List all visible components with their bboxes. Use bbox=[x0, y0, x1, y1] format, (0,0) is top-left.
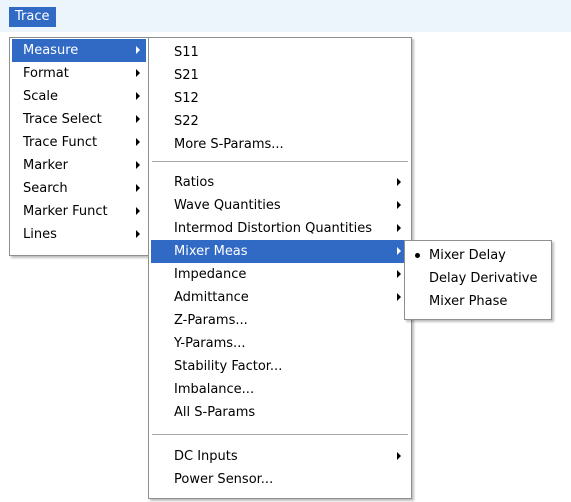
submenu-arrow-icon bbox=[397, 178, 401, 186]
menu-item-label: S22 bbox=[174, 114, 199, 129]
menu-separator bbox=[152, 161, 408, 163]
submenu-arrow-icon bbox=[397, 270, 401, 278]
menu-item-wave-quantities[interactable]: Wave Quantities bbox=[151, 194, 409, 217]
menu-item-label: Mixer Delay bbox=[429, 248, 506, 263]
menu-item-label: Marker Funct bbox=[23, 204, 108, 219]
menu-item-lines[interactable]: Lines bbox=[12, 223, 146, 246]
menu-item-label: Y-Params... bbox=[174, 336, 246, 351]
menu-item-intermod-distortion[interactable]: Intermod Distortion Quantities bbox=[151, 217, 409, 240]
menu-item-label: Imbalance... bbox=[174, 382, 255, 397]
menu-item-dc-inputs[interactable]: DC Inputs bbox=[151, 445, 409, 468]
menu-item-s11[interactable]: S11 bbox=[151, 41, 409, 64]
menu-item-trace-funct[interactable]: Trace Funct bbox=[12, 131, 146, 154]
submenu-arrow-icon bbox=[136, 230, 140, 238]
menu-item-imbalance[interactable]: Imbalance... bbox=[151, 378, 409, 401]
menu-item-label: Admittance bbox=[174, 290, 249, 305]
menu-item-mixer-meas[interactable]: Mixer Meas bbox=[151, 240, 409, 263]
menu-item-measure[interactable]: Measure bbox=[12, 39, 146, 62]
submenu-arrow-icon bbox=[136, 46, 140, 54]
menu-item-format[interactable]: Format bbox=[12, 62, 146, 85]
submenu-arrow-icon bbox=[397, 201, 401, 209]
submenu-arrow-icon bbox=[136, 92, 140, 100]
menu-item-s21[interactable]: S21 bbox=[151, 64, 409, 87]
submenu-arrow-icon bbox=[397, 452, 401, 460]
menu-item-label: Delay Derivative bbox=[429, 271, 538, 286]
submenu-arrow-icon bbox=[136, 115, 140, 123]
menu-item-label: Scale bbox=[23, 89, 58, 104]
submenu-arrow-icon bbox=[397, 293, 401, 301]
menu-item-delay-derivative[interactable]: Delay Derivative bbox=[407, 267, 549, 290]
menu-item-mixer-delay[interactable]: Mixer Delay bbox=[407, 244, 549, 267]
menu-item-label: Measure bbox=[23, 43, 79, 58]
mixer-meas-submenu: Mixer Delay Delay Derivative Mixer Phase bbox=[404, 240, 552, 320]
menu-item-label: Trace Funct bbox=[23, 135, 98, 150]
menu-item-label: Impedance bbox=[174, 267, 247, 282]
menu-item-ratios[interactable]: Ratios bbox=[151, 171, 409, 194]
menu-item-label: S12 bbox=[174, 91, 199, 106]
menu-item-trace-select[interactable]: Trace Select bbox=[12, 108, 146, 131]
menu-item-scale[interactable]: Scale bbox=[12, 85, 146, 108]
menu-separator bbox=[152, 434, 408, 436]
menu-item-marker[interactable]: Marker bbox=[12, 154, 146, 177]
submenu-arrow-icon bbox=[397, 224, 401, 232]
menu-item-z-params[interactable]: Z-Params... bbox=[151, 309, 409, 332]
submenu-arrow-icon bbox=[136, 69, 140, 77]
menu-item-label: S11 bbox=[174, 45, 199, 60]
menu-item-label: Format bbox=[23, 66, 69, 81]
menu-item-label: All S-Params bbox=[174, 405, 256, 420]
menu-item-label: Ratios bbox=[174, 175, 215, 190]
menu-item-label: S21 bbox=[174, 68, 199, 83]
menu-item-mixer-phase[interactable]: Mixer Phase bbox=[407, 290, 549, 313]
menu-item-s12[interactable]: S12 bbox=[151, 87, 409, 110]
trace-menu: Measure Format Scale Trace Select Trace … bbox=[9, 37, 149, 256]
menu-item-impedance[interactable]: Impedance bbox=[151, 263, 409, 286]
menu-item-label: DC Inputs bbox=[174, 449, 238, 464]
menu-item-label: Intermod Distortion Quantities bbox=[174, 221, 372, 236]
menu-item-label: Mixer Phase bbox=[429, 294, 508, 309]
menu-item-stability-factor[interactable]: Stability Factor... bbox=[151, 355, 409, 378]
radio-dot-icon bbox=[415, 253, 420, 258]
menu-item-power-sensor[interactable]: Power Sensor... bbox=[151, 468, 409, 491]
menu-item-all-s-params[interactable]: All S-Params bbox=[151, 401, 409, 424]
submenu-arrow-icon bbox=[136, 207, 140, 215]
measure-submenu: S11 S21 S12 S22 More S-Params... Ratios … bbox=[148, 37, 412, 499]
menu-item-label: Marker bbox=[23, 158, 68, 173]
menu-item-marker-funct[interactable]: Marker Funct bbox=[12, 200, 146, 223]
submenu-arrow-icon bbox=[136, 161, 140, 169]
menu-item-label: More S-Params... bbox=[174, 137, 284, 152]
menu-item-admittance[interactable]: Admittance bbox=[151, 286, 409, 309]
menu-item-s22[interactable]: S22 bbox=[151, 110, 409, 133]
menu-item-label: Trace Select bbox=[23, 112, 102, 127]
menu-item-label: Search bbox=[23, 181, 68, 196]
menu-item-label: Mixer Meas bbox=[174, 244, 248, 259]
menu-item-search[interactable]: Search bbox=[12, 177, 146, 200]
menu-item-label: Stability Factor... bbox=[174, 359, 283, 374]
submenu-arrow-icon bbox=[136, 184, 140, 192]
menu-item-label: Lines bbox=[23, 227, 57, 242]
menu-item-label: Z-Params... bbox=[174, 313, 248, 328]
menu-item-more-s-params[interactable]: More S-Params... bbox=[151, 133, 409, 156]
menu-item-y-params[interactable]: Y-Params... bbox=[151, 332, 409, 355]
submenu-arrow-icon bbox=[136, 138, 140, 146]
menu-trace[interactable]: Trace bbox=[9, 7, 56, 27]
menubar: Trace bbox=[0, 0, 571, 32]
menu-item-label: Power Sensor... bbox=[174, 472, 274, 487]
menu-item-label: Wave Quantities bbox=[174, 198, 281, 213]
submenu-arrow-icon bbox=[397, 247, 401, 255]
